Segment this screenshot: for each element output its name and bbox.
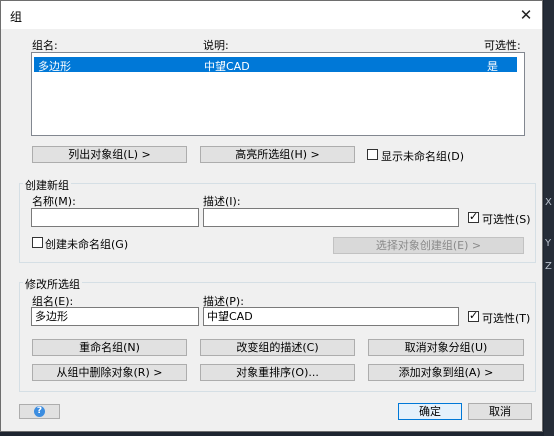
rename-group-button[interactable]: 重命名组(N)	[32, 339, 187, 356]
ok-button[interactable]: 确定	[398, 403, 462, 420]
title-bar: 组 ✕	[1, 1, 542, 29]
show-unnamed-checkbox[interactable]	[367, 149, 378, 160]
groups-listbox[interactable]: 多边形 中望CAD 是	[31, 52, 525, 136]
create-name-input[interactable]	[31, 208, 199, 227]
help-button[interactable]: ?	[19, 404, 60, 419]
col-header-selectable: 可选性:	[484, 39, 521, 52]
axis-y-label: Y	[545, 238, 552, 249]
ungroup-button[interactable]: 取消对象分组(U)	[368, 339, 524, 356]
select-objects-create-button[interactable]: 选择对象创建组(E) >	[333, 237, 524, 254]
col-header-desc: 说明:	[203, 39, 229, 52]
list-item-name: 多边形	[38, 60, 71, 73]
modify-desc-input[interactable]: 中望CAD	[203, 307, 459, 326]
list-item[interactable]: 多边形 中望CAD 是	[34, 57, 517, 73]
create-selectable-label: 可选性(S)	[482, 213, 531, 226]
create-desc-label: 描述(I):	[203, 195, 241, 208]
axis-z-label: Z	[545, 261, 552, 272]
modify-selectable-checkbox[interactable]	[468, 309, 479, 322]
show-unnamed-label: 显示未命名组(D)	[381, 150, 465, 163]
modify-selectable-label: 可选性(T)	[482, 312, 531, 325]
list-item-selectable: 是	[487, 60, 498, 73]
add-objects-button[interactable]: 添加对象到组(A) >	[368, 364, 524, 381]
cancel-button[interactable]: 取消	[468, 403, 532, 420]
create-unnamed-checkbox[interactable]	[32, 237, 43, 248]
modify-group-title: 修改所选组	[23, 276, 82, 292]
create-group-title: 创建新组	[23, 177, 71, 193]
group-dialog: 组 ✕ 组名: 说明: 可选性: 多边形 中望CAD 是 列出对象组(L) > …	[0, 0, 543, 432]
background-app-strip: X Y Z	[544, 0, 554, 436]
create-selectable-checkbox[interactable]	[468, 210, 479, 223]
list-item-desc: 中望CAD	[204, 60, 250, 73]
close-icon[interactable]: ✕	[514, 4, 538, 26]
axis-x-label: X	[545, 197, 552, 208]
reorder-objects-button[interactable]: 对象重排序(O)...	[200, 364, 355, 381]
list-groups-button[interactable]: 列出对象组(L) >	[32, 146, 187, 163]
dialog-title: 组	[10, 10, 23, 24]
create-name-label: 名称(M):	[32, 195, 76, 208]
create-desc-input[interactable]	[203, 208, 459, 227]
highlight-group-button[interactable]: 高亮所选组(H) >	[200, 146, 355, 163]
help-icon: ?	[34, 406, 45, 417]
change-description-button[interactable]: 改变组的描述(C)	[200, 339, 355, 356]
col-header-name: 组名:	[32, 39, 58, 52]
modify-name-input[interactable]: 多边形	[31, 307, 199, 326]
remove-objects-button[interactable]: 从组中删除对象(R) >	[32, 364, 187, 381]
create-unnamed-label: 创建未命名组(G)	[45, 238, 129, 251]
